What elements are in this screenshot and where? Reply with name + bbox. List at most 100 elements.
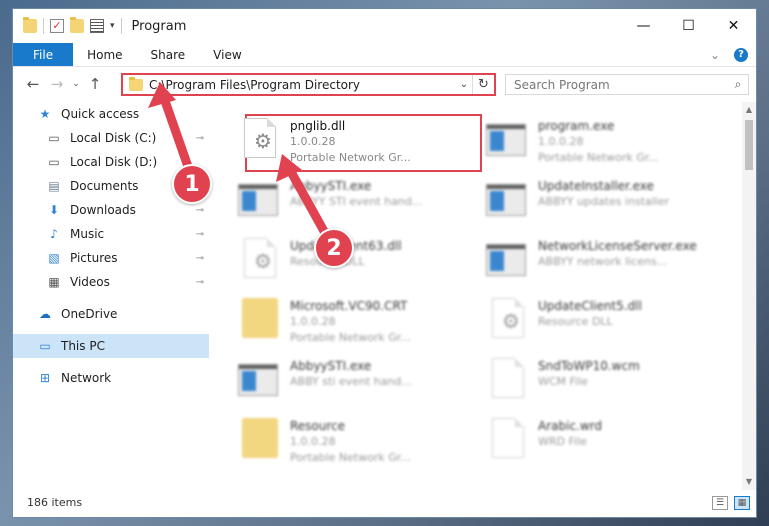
view-switcher: ☰ ▦ [712, 495, 750, 510]
file-name: AbbyySTI.exe [290, 359, 372, 373]
pin-icon: ⊸ [195, 276, 204, 288]
file-version: 1.0.0.28 [538, 135, 584, 148]
back-button[interactable]: ← [21, 75, 45, 93]
application-icon [486, 178, 530, 222]
sidebar-item-label: Documents [70, 179, 139, 193]
downloads-icon: ⬇ [48, 203, 60, 217]
dll-file-icon: ⚙ [238, 118, 282, 162]
dll-file-icon: ⚙ [486, 298, 530, 342]
refresh-button[interactable]: ↻ [472, 75, 494, 94]
file-description: Portable Network Gr... [290, 451, 411, 464]
file-info: AbbyySTI.exe ABBYY STI event hand... [290, 174, 422, 230]
file-tile[interactable]: program.exe 1.0.0.28 Portable Network Gr..… [482, 114, 722, 170]
sidebar-item-quick-access[interactable]: ★ Quick access [13, 102, 209, 126]
address-bar[interactable]: C:\Program Files\Program Directory ⌄ ↻ [121, 73, 496, 96]
file-tile[interactable]: Arabic.wrd WRD File [482, 414, 722, 470]
file-name: UpdateClient5.dll [538, 299, 642, 313]
file-tile[interactable]: AbbyySTI.exe ABBYY STI event hand... [234, 174, 474, 230]
file-name: Resource [290, 419, 346, 433]
new-folder-icon[interactable] [70, 17, 84, 33]
file-description: Portable Network Gr... [290, 331, 411, 344]
properties-icon[interactable] [90, 19, 104, 33]
file-tile[interactable]: Resource 1.0.0.28 Portable Network Gr... [234, 414, 474, 470]
file-name: program.exe [538, 119, 615, 133]
sidebar-item-this-pc[interactable]: ▭ This PC [13, 334, 209, 358]
sidebar-item-videos[interactable]: ▦ Videos ⊸ [13, 270, 209, 294]
maximize-button[interactable]: ☐ [666, 9, 711, 43]
customize-toolbar-icon[interactable]: ▾ [110, 21, 115, 31]
file-tile[interactable]: Microsoft.VC90.CRT 1.0.0.28 Portable Netwo… [234, 294, 474, 350]
tab-view[interactable]: View [199, 43, 255, 66]
sidebar-item-label: Local Disk (D:) [70, 155, 158, 169]
callout-badge-2: 2 [314, 228, 354, 268]
file-version: ABBY sti event hand... [290, 375, 412, 388]
scroll-up-icon[interactable]: ▲ [742, 102, 756, 118]
recent-locations-button[interactable]: ⌄ [69, 79, 83, 89]
file-icon [486, 418, 530, 462]
vertical-scrollbar[interactable]: ▲ ▼ [742, 102, 756, 490]
onedrive-icon: ☁ [39, 307, 51, 321]
file-name: NetworkLicenseServer.exe [538, 239, 697, 253]
expand-ribbon-icon[interactable]: ⌄ [710, 48, 720, 62]
application-icon [238, 178, 282, 222]
address-path[interactable]: C:\Program Files\Program Directory [149, 78, 456, 92]
file-tile[interactable]: UpdateInstaller.exe ABBYY updates install… [482, 174, 722, 230]
sidebar-item-music[interactable]: ♪ Music ⊸ [13, 222, 209, 246]
file-tile[interactable]: ⚙ UpdateClient5.dll Resource DLL [482, 294, 722, 350]
search-box[interactable]: Search Program ⌕ [505, 74, 749, 95]
folder-icon[interactable] [23, 17, 37, 33]
file-tile[interactable]: ⚙UpdateClient63.dllResource DLL [234, 234, 474, 290]
tab-share[interactable]: Share [137, 43, 200, 66]
videos-icon: ▦ [48, 275, 60, 289]
sidebar-item-label: OneDrive [61, 307, 118, 321]
tab-file[interactable]: File [13, 43, 74, 66]
search-input[interactable]: Search Program [514, 78, 728, 92]
explorer-window: ✓ ▾ Program — ☐ ✕ File Home Share View ⌄… [12, 8, 757, 518]
pin-icon: ⊸ [195, 228, 204, 240]
search-icon[interactable]: ⌕ [728, 77, 748, 92]
quick-access-toolbar: ✓ ▾ Program [13, 17, 187, 34]
sidebar-item-local-disk-c[interactable]: ▭ Local Disk (C:) ⊸ [13, 126, 209, 150]
file-description: Portable Network Gr... [290, 151, 411, 164]
file-info: UpdateInstaller.exe ABBYY updates install… [538, 174, 669, 230]
address-dropdown-icon[interactable]: ⌄ [456, 79, 472, 90]
file-version: 1.0.0.28 [290, 315, 336, 328]
file-name: pnglib.dll [290, 119, 346, 133]
sidebar-item-pictures[interactable]: ▧ Pictures ⊸ [13, 246, 209, 270]
sidebar-item-downloads[interactable]: ⬇ Downloads ⊸ [13, 198, 209, 222]
title-bar: ✓ ▾ Program — ☐ ✕ [13, 9, 756, 43]
file-version: ABBYY network licens... [538, 255, 668, 268]
application-icon [238, 358, 282, 402]
file-tile[interactable]: ⚙ pnglib.dll 1.0.0.28 Portable Network Gr..… [234, 114, 474, 170]
forward-button[interactable]: → [45, 75, 69, 93]
details-view-icon[interactable]: ☰ [712, 495, 728, 510]
sidebar-item-onedrive[interactable]: ☁ OneDrive [13, 302, 209, 326]
file-list: ⚙ pnglib.dll 1.0.0.28 Portable Network Gr..… [218, 102, 743, 490]
this-pc-icon: ▭ [39, 339, 51, 353]
tab-home[interactable]: Home [73, 43, 136, 66]
divider [43, 18, 44, 34]
file-tile[interactable]: NetworkLicenseServer.exe ABBYY network li… [482, 234, 722, 290]
minimize-button[interactable]: — [621, 9, 666, 43]
callout-badge-1: 1 [172, 164, 212, 204]
file-version: 1.0.0.28 [290, 435, 336, 448]
file-tile[interactable]: SndToWP10.wcm WCM File [482, 354, 722, 410]
properties-check-icon[interactable]: ✓ [50, 19, 64, 33]
file-version: WRD File [538, 435, 587, 448]
local-disk-d-icon: ▭ [48, 155, 60, 169]
sidebar-item-label: This PC [61, 339, 105, 353]
up-button[interactable]: ↑ [83, 75, 107, 93]
sidebar-item-network[interactable]: ⊞ Network [13, 366, 209, 390]
close-button[interactable]: ✕ [711, 9, 756, 43]
dll-file-icon: ⚙ [238, 238, 282, 282]
status-bar: 186 items ☰ ▦ [13, 488, 756, 517]
window-title: Program [131, 18, 187, 34]
tiles-view-icon[interactable]: ▦ [734, 495, 750, 510]
help-icon[interactable]: ? [734, 48, 748, 62]
file-tile[interactable]: AbbyySTI.exe ABBY sti event hand... [234, 354, 474, 410]
sidebar-item-label: Pictures [70, 251, 118, 265]
scroll-thumb[interactable] [745, 120, 753, 170]
file-version: ABBYY STI event hand... [290, 195, 423, 208]
